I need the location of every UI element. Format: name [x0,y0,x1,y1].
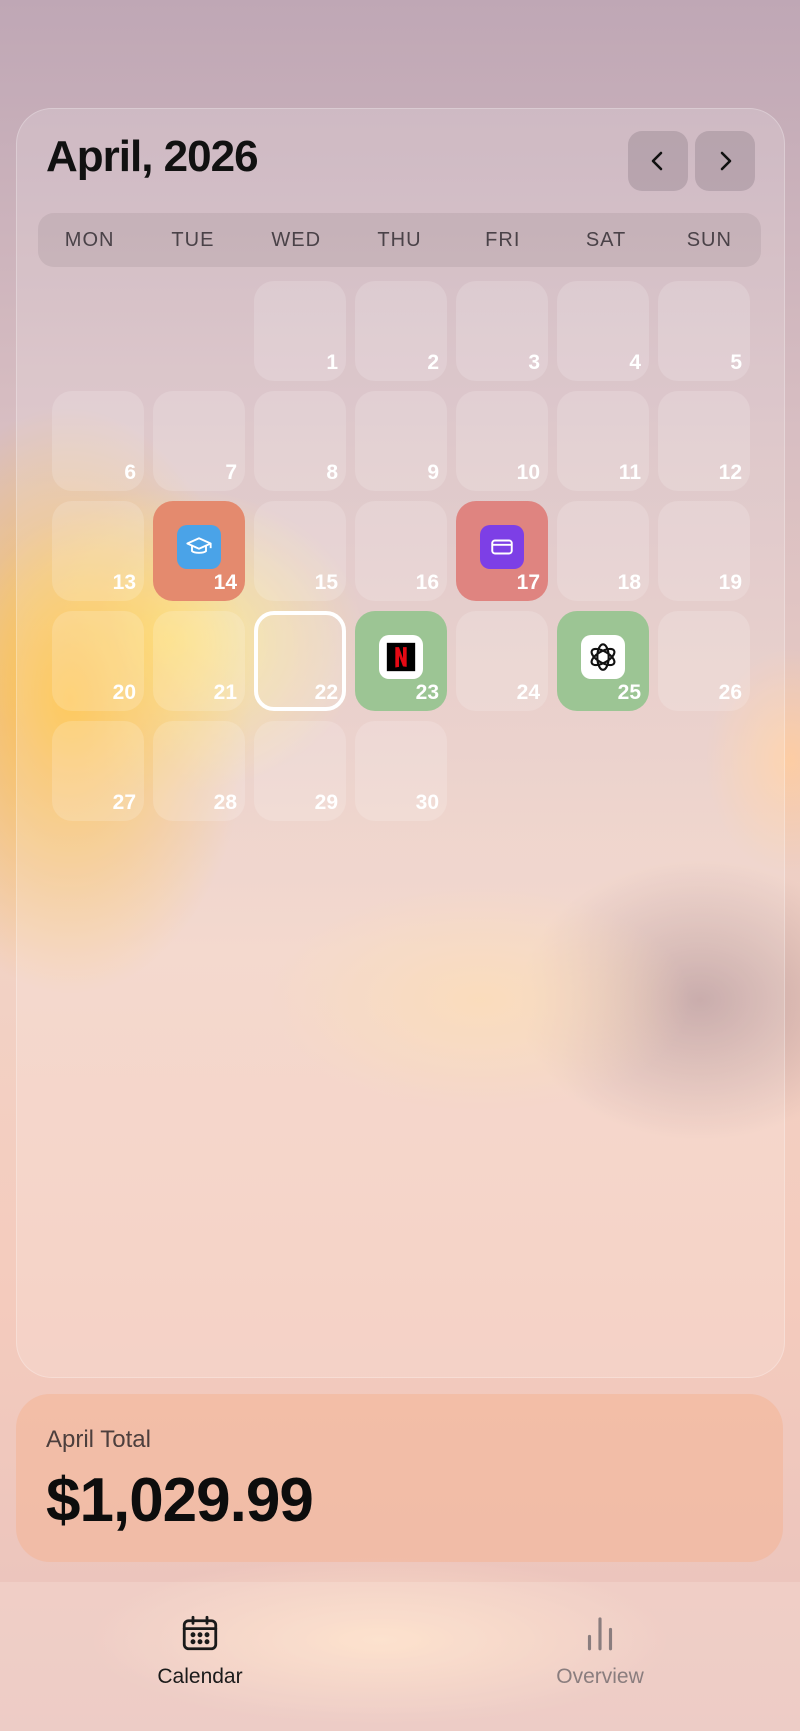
weekday-tue: TUE [171,229,215,251]
day-number: 30 [415,791,439,814]
day-cell-2[interactable]: 2 [355,281,447,381]
netflix-logo-icon [379,635,423,679]
openai-logo-icon [581,635,625,679]
month-title: April, 2026 [46,132,259,181]
day-number: 9 [427,461,439,484]
day-cell-25[interactable]: 25 [557,611,649,711]
day-number: 24 [516,681,540,704]
day-cell-20[interactable]: 20 [52,611,144,711]
day-cell-7[interactable]: 7 [153,391,245,491]
day-cell-13[interactable]: 13 [52,501,144,601]
weekday-wed: WED [271,229,322,251]
day-number: 16 [415,571,439,594]
chevron-left-icon [651,151,663,171]
day-number: 29 [314,791,338,814]
day-number: 5 [730,351,742,374]
credit-card-icon [480,525,524,569]
day-cell-21[interactable]: 21 [153,611,245,711]
day-cell-11[interactable]: 11 [557,391,649,491]
day-cell-23[interactable]: 23 [355,611,447,711]
calendar-icon [182,1615,218,1651]
day-cell-15[interactable]: 15 [254,501,346,601]
day-cell-12[interactable]: 12 [658,391,750,491]
day-cell-26[interactable]: 26 [658,611,750,711]
day-cell-17[interactable]: 17 [456,501,548,601]
day-cell-28[interactable]: 28 [153,721,245,821]
day-number: 15 [314,571,338,594]
total-value: $1,029.99 [46,1466,314,1535]
day-number: 6 [124,461,136,484]
day-number: 1 [326,351,338,374]
day-cell-30[interactable]: 30 [355,721,447,821]
day-cell-19[interactable]: 19 [658,501,750,601]
tab-calendar-label: Calendar [157,1665,243,1688]
day-number: 7 [225,461,237,484]
day-number: 25 [617,681,641,704]
day-cell-18[interactable]: 18 [557,501,649,601]
tab-overview[interactable]: Overview [500,1612,700,1689]
day-number: 19 [718,571,742,594]
day-number: 10 [516,461,540,484]
day-cell-5[interactable]: 5 [658,281,750,381]
tab-overview-label: Overview [556,1665,644,1688]
next-month-button[interactable] [695,131,755,191]
day-cell-24[interactable]: 24 [456,611,548,711]
day-cell-4[interactable]: 4 [557,281,649,381]
previous-month-button[interactable] [628,131,688,191]
day-number: 8 [326,461,338,484]
day-cell-29[interactable]: 29 [254,721,346,821]
day-cell-8[interactable]: 8 [254,391,346,491]
day-cell-22-today[interactable]: 22 [254,611,346,711]
bar-chart-icon [587,1617,613,1651]
day-cell-1[interactable]: 1 [254,281,346,381]
day-number: 20 [112,681,136,704]
day-cell-3[interactable]: 3 [456,281,548,381]
graduation-cap-icon [177,525,221,569]
weekday-sat: SAT [585,229,627,251]
day-number: 3 [528,351,540,374]
day-number: 12 [718,461,742,484]
day-cell-14[interactable]: 14 [153,501,245,601]
tab-calendar[interactable]: Calendar [100,1612,300,1689]
weekday-header: MON TUE WED THU FRI SAT SUN [38,213,761,267]
day-number: 2 [427,351,439,374]
day-number: 27 [112,791,136,814]
day-number: 23 [415,681,439,704]
day-number: 13 [112,571,136,594]
day-cell-6[interactable]: 6 [52,391,144,491]
weekday-thu: THU [377,229,422,251]
day-cell-10[interactable]: 10 [456,391,548,491]
day-number: 18 [617,571,641,594]
day-number: 11 [618,461,641,484]
day-number: 28 [213,791,237,814]
chevron-right-icon [720,151,732,171]
weekday-mon: MON [64,229,115,251]
day-number: 17 [516,571,540,594]
day-cell-16[interactable]: 16 [355,501,447,601]
day-number: 26 [718,681,742,704]
day-number: 21 [213,681,237,704]
day-number: 4 [629,351,641,374]
day-number: 14 [213,571,237,594]
total-label: April Total [46,1426,151,1453]
weekday-fri: FRI [485,229,521,251]
day-number: 22 [314,681,338,704]
day-cell-9[interactable]: 9 [355,391,447,491]
weekday-sun: SUN [686,229,732,251]
day-cell-27[interactable]: 27 [52,721,144,821]
